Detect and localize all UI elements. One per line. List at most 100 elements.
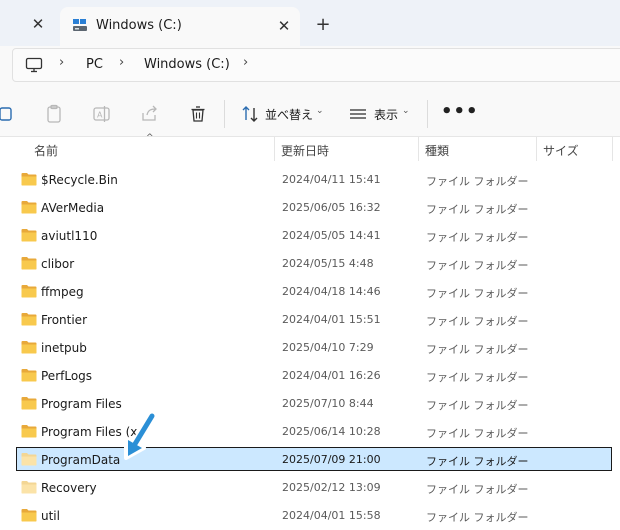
file-name: PerfLogs <box>41 369 93 383</box>
file-type: ファイル フォルダー <box>426 203 529 216</box>
address-row: › PC › Windows (C:) › <box>0 46 620 92</box>
file-name: ProgramData <box>41 453 121 467</box>
folder-icon <box>21 425 37 438</box>
file-name: inetpub <box>41 341 87 355</box>
file-modified: 2025/06/05 16:32 <box>282 201 381 214</box>
file-name: clibor <box>41 257 75 271</box>
column-divider[interactable] <box>418 137 419 161</box>
folder-icon <box>21 397 37 410</box>
sort-button-label[interactable]: 並べ替え <box>265 106 313 123</box>
folder-icon <box>21 313 37 326</box>
drive-icon <box>73 19 87 31</box>
view-button-label[interactable]: 表示 <box>374 106 398 123</box>
folder-icon <box>21 341 37 354</box>
file-row[interactable]: Frontier 2024/04/01 15:51 ファイル フォルダー <box>0 306 620 334</box>
file-name: AVerMedia <box>41 201 105 215</box>
folder-icon <box>21 369 37 382</box>
folder-icon <box>21 173 37 186</box>
file-name: Program Files (x <box>41 425 138 439</box>
file-name: ffmpeg <box>41 285 84 299</box>
file-row[interactable]: ProgramData 2025/07/09 21:00 ファイル フォルダー <box>0 446 620 474</box>
column-divider[interactable] <box>536 137 537 161</box>
file-modified: 2024/04/11 15:41 <box>282 173 381 186</box>
folder-icon <box>21 453 37 466</box>
folder-icon <box>21 285 37 298</box>
file-modified: 2024/05/05 14:41 <box>282 229 381 242</box>
file-type: ファイル フォルダー <box>426 343 529 356</box>
file-row[interactable]: AVerMedia 2025/06/05 16:32 ファイル フォルダー <box>0 194 620 222</box>
breadcrumb-separator[interactable]: › <box>59 55 64 70</box>
file-row[interactable]: ffmpeg 2024/04/18 14:46 ファイル フォルダー <box>0 278 620 306</box>
file-row[interactable]: Recovery 2025/02/12 13:09 ファイル フォルダー <box>0 474 620 502</box>
column-divider[interactable] <box>612 137 613 161</box>
tab-windows-c[interactable]: Windows (C:) ✕ <box>60 7 300 46</box>
file-modified: 2024/04/01 15:58 <box>282 509 381 522</box>
folder-icon <box>21 201 37 214</box>
file-name: Program Files <box>41 397 122 411</box>
folder-icon <box>21 229 37 242</box>
sort-icon[interactable] <box>240 104 260 124</box>
column-type[interactable]: 種類 <box>425 142 449 159</box>
breadcrumb-separator[interactable]: › <box>119 55 124 70</box>
file-type: ファイル フォルダー <box>426 371 529 384</box>
pointer-arrow-icon <box>124 412 157 460</box>
tab-title: Windows (C:) <box>96 18 182 33</box>
file-row[interactable]: Program Files 2025/07/10 8:44 ファイル フォルダー <box>0 390 620 418</box>
file-row[interactable]: aviutl110 2024/05/05 14:41 ファイル フォルダー <box>0 222 620 250</box>
svg-text:A: A <box>97 111 103 120</box>
file-name: $Recycle.Bin <box>41 173 118 187</box>
command-bar: A 並べ替え ⌄ 表示 ⌄ ••• <box>0 92 620 137</box>
computer-icon[interactable] <box>25 57 43 73</box>
file-type: ファイル フォルダー <box>426 483 529 496</box>
column-modified[interactable]: 更新日時 <box>281 142 329 159</box>
share-icon[interactable] <box>140 104 160 124</box>
file-type: ファイル フォルダー <box>426 287 529 300</box>
file-type: ファイル フォルダー <box>426 511 529 524</box>
file-row[interactable]: Program Files (x 2025/06/14 10:28 ファイル フォル… <box>0 418 620 446</box>
file-row[interactable]: clibor 2024/05/15 4:48 ファイル フォルダー <box>0 250 620 278</box>
file-row[interactable]: util 2024/04/01 15:58 ファイル フォルダー <box>0 502 620 530</box>
delete-icon[interactable] <box>188 104 208 124</box>
column-divider[interactable] <box>274 137 275 161</box>
file-list: $Recycle.Bin 2024/04/11 15:41 ファイル フォルダー AV… <box>0 166 620 530</box>
file-modified: 2024/05/15 4:48 <box>282 257 374 270</box>
sort-chevron-down-icon[interactable]: ⌄ <box>316 106 324 116</box>
paste-icon[interactable] <box>44 104 64 124</box>
file-modified: 2024/04/01 15:51 <box>282 313 381 326</box>
file-name: Recovery <box>41 481 97 495</box>
file-row[interactable]: $Recycle.Bin 2024/04/11 15:41 ファイル フォルダー <box>0 166 620 194</box>
toolbar-divider <box>224 100 225 128</box>
breadcrumb-separator[interactable]: › <box>243 55 248 70</box>
file-type: ファイル フォルダー <box>426 399 529 412</box>
breadcrumb-windows-c[interactable]: Windows (C:) <box>144 57 230 72</box>
file-type: ファイル フォルダー <box>426 315 529 328</box>
folder-icon <box>21 509 37 522</box>
prev-tab-close-icon[interactable]: ✕ <box>28 14 48 34</box>
file-type: ファイル フォルダー <box>426 175 529 188</box>
file-modified: 2025/04/10 7:29 <box>282 341 374 354</box>
file-row[interactable]: PerfLogs 2024/04/01 16:26 ファイル フォルダー <box>0 362 620 390</box>
rename-icon[interactable]: A <box>92 104 112 124</box>
file-name: aviutl110 <box>41 229 98 243</box>
view-icon[interactable] <box>348 104 368 124</box>
file-modified: 2025/07/10 8:44 <box>282 397 374 410</box>
file-type: ファイル フォルダー <box>426 259 529 272</box>
column-size[interactable]: サイズ <box>543 142 579 159</box>
file-type: ファイル フォルダー <box>426 231 529 244</box>
breadcrumb-pc[interactable]: PC <box>86 57 103 72</box>
tab-strip: ✕ Windows (C:) ✕ + <box>0 0 620 46</box>
column-name[interactable]: 名前 <box>34 142 58 159</box>
file-type: ファイル フォルダー <box>426 427 529 440</box>
file-name: Frontier <box>41 313 88 327</box>
copy-icon[interactable] <box>0 104 16 124</box>
file-modified: 2025/07/09 21:00 <box>282 453 381 466</box>
address-bar[interactable]: › PC › Windows (C:) › <box>12 48 620 82</box>
file-row[interactable]: inetpub 2025/04/10 7:29 ファイル フォルダー <box>0 334 620 362</box>
more-options-icon[interactable]: ••• <box>441 101 479 122</box>
file-modified: 2024/04/01 16:26 <box>282 369 381 382</box>
folder-icon <box>21 257 37 270</box>
tab-close-icon[interactable]: ✕ <box>274 16 294 36</box>
view-chevron-down-icon[interactable]: ⌄ <box>402 106 410 116</box>
new-tab-button[interactable]: + <box>312 13 334 35</box>
toolbar-divider <box>427 100 428 128</box>
